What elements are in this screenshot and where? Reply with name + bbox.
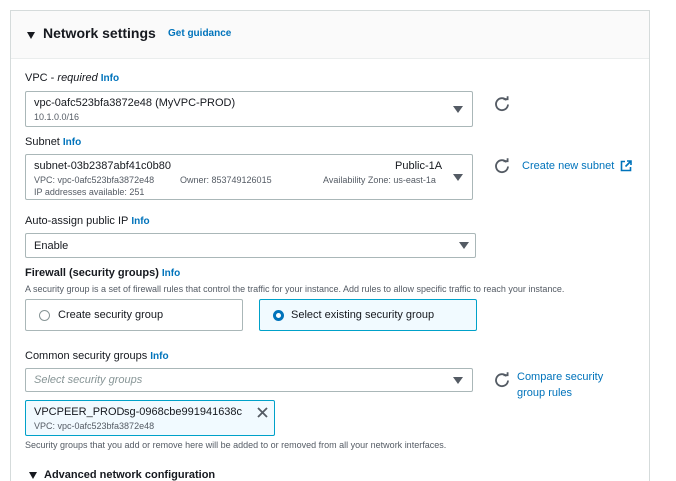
common-sg-label: Common security groups Info xyxy=(25,350,169,362)
subnet-label-text: Subnet xyxy=(25,136,60,148)
security-groups-note: Security groups that you add or remove h… xyxy=(25,440,447,450)
public-ip-info-link[interactable]: Info xyxy=(131,216,149,227)
subnet-vpc-detail: VPC: vpc-0afc523bfa3872e48 xyxy=(34,175,155,185)
subnet-select[interactable]: subnet-03b2387abf41c0b80 Public-1A VPC: … xyxy=(25,154,473,200)
caret-down-icon xyxy=(453,106,463,113)
token-id: sg-0968cbe991941638c xyxy=(124,406,243,418)
subnet-ips-detail: IP addresses available: 251 xyxy=(34,187,145,197)
caret-down-icon xyxy=(453,377,463,384)
firewall-label: Firewall (security groups) Info xyxy=(25,267,180,279)
vpc-select[interactable]: vpc-0afc523bfa3872e48 (MyVPC-PROD) 10.1.… xyxy=(25,91,473,127)
vpc-label-text: VPC - xyxy=(25,72,58,84)
radio-selected-icon[interactable] xyxy=(273,310,284,321)
compare-security-group-rules-link[interactable]: Compare security group rules xyxy=(517,369,603,401)
section-title: Network settings xyxy=(43,25,156,41)
firewall-info-link[interactable]: Info xyxy=(162,268,180,279)
subnet-az-detail: Availability Zone: us-east-1a xyxy=(323,175,436,185)
create-security-group-label: Create security group xyxy=(58,309,164,321)
security-groups-select[interactable]: Select security groups xyxy=(25,368,473,392)
token-vpc: VPC: vpc-0afc523bfa3872e48 xyxy=(34,421,155,431)
create-new-subnet-link[interactable]: Create new subnet xyxy=(522,158,614,174)
vpc-required-text: required xyxy=(57,72,98,84)
token-name: VPCPEER_PROD xyxy=(34,406,125,418)
select-existing-security-group-option[interactable]: Select existing security group xyxy=(259,299,477,331)
get-guidance-link[interactable]: Get guidance xyxy=(168,28,231,39)
security-group-token: VPCPEER_PROD sg-0968cbe991941638c VPC: v… xyxy=(25,400,275,436)
common-sg-label-text: Common security groups xyxy=(25,350,148,362)
subnet-owner-detail: Owner: 853749126015 xyxy=(180,175,272,185)
external-link-icon[interactable] xyxy=(620,160,632,172)
refresh-icon[interactable] xyxy=(494,158,510,174)
advanced-network-configuration-toggle[interactable]: Advanced network configuration xyxy=(44,469,215,481)
security-groups-placeholder: Select security groups xyxy=(34,374,143,386)
radio-unselected-icon[interactable] xyxy=(39,310,50,321)
firewall-description: A security group is a set of firewall ru… xyxy=(25,284,565,294)
panel-header[interactable]: Network settings Get guidance xyxy=(11,11,649,59)
vpc-label: VPC - required Info xyxy=(25,72,119,84)
subnet-info-link[interactable]: Info xyxy=(63,137,81,148)
vpc-cidr: 10.1.0.0/16 xyxy=(34,112,80,122)
vpc-value: vpc-0afc523bfa3872e48 (MyVPC-PROD) xyxy=(34,97,236,109)
subnet-label: Subnet Info xyxy=(25,136,81,148)
close-icon[interactable] xyxy=(257,407,268,418)
subnet-value: subnet-03b2387abf41c0b80 xyxy=(34,160,172,172)
vpc-info-link[interactable]: Info xyxy=(101,73,119,84)
caret-down-icon xyxy=(459,242,469,249)
compare-link-line2[interactable]: group rules xyxy=(517,385,603,401)
select-existing-security-group-label: Select existing security group xyxy=(291,309,435,321)
public-ip-label: Auto-assign public IP Info xyxy=(25,215,150,227)
collapse-caret-icon[interactable] xyxy=(27,32,35,39)
subnet-name: Public-1A xyxy=(395,160,443,172)
public-ip-label-text: Auto-assign public IP xyxy=(25,215,129,227)
public-ip-value: Enable xyxy=(34,240,69,252)
compare-link-line1[interactable]: Compare security xyxy=(517,369,603,385)
refresh-icon[interactable] xyxy=(494,96,510,112)
create-security-group-option[interactable]: Create security group xyxy=(25,299,243,331)
firewall-label-text: Firewall (security groups) xyxy=(25,267,159,279)
common-sg-info-link[interactable]: Info xyxy=(150,351,168,362)
refresh-icon[interactable] xyxy=(494,372,510,388)
expand-caret-icon[interactable] xyxy=(29,472,37,479)
caret-down-icon xyxy=(453,174,463,181)
public-ip-select[interactable]: Enable xyxy=(25,233,476,258)
